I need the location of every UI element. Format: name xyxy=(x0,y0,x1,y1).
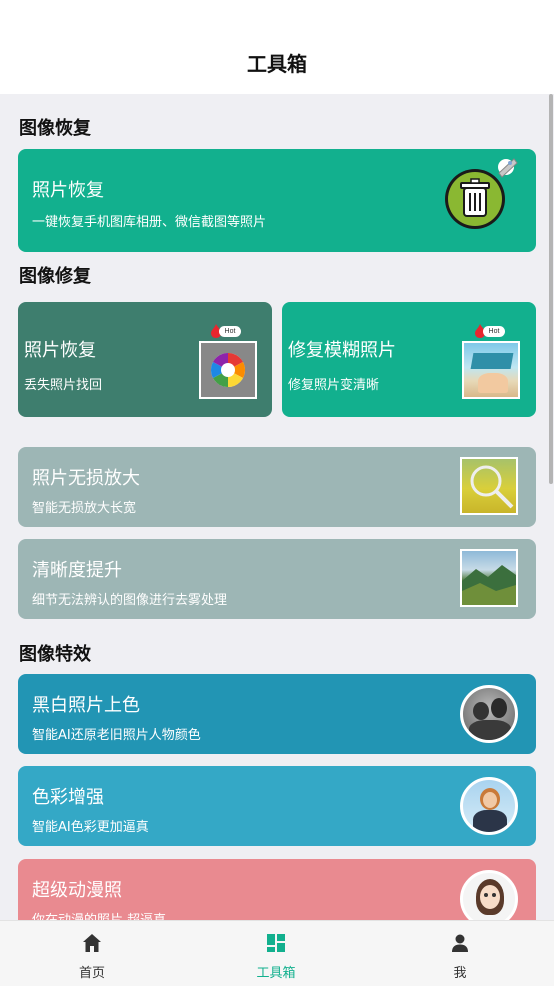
bottom-tab-bar: 首页 工具箱 我 xyxy=(0,920,554,986)
card-title: 照片无损放大 xyxy=(32,468,140,489)
mountain-graphic xyxy=(462,565,516,605)
card-desc: 智能无损放大长宽 xyxy=(32,501,137,516)
blurry-photo-thumbnail xyxy=(462,341,520,399)
card-title: 超级动漫照 xyxy=(32,880,122,901)
tab-home[interactable]: 首页 xyxy=(0,921,184,986)
page-title: 工具箱 xyxy=(247,52,307,76)
old-couple-avatar xyxy=(460,685,518,743)
mountain-landscape-thumbnail xyxy=(460,549,518,607)
trash-can-icon xyxy=(445,158,518,229)
colorize-card[interactable]: 黑白照片上色 智能AI还原老旧照片人物颜色 xyxy=(18,674,536,754)
app-header: 工具箱 xyxy=(0,0,554,94)
card-desc: 丢失照片找回 xyxy=(24,378,103,393)
card-desc: 智能AI还原老旧照片人物颜色 xyxy=(32,728,201,743)
card-desc: 细节无法辨认的图像进行去雾处理 xyxy=(32,593,228,608)
tab-label: 首页 xyxy=(78,966,105,981)
card-desc: 你在动漫的照片 超逼真 xyxy=(32,909,166,920)
home-icon xyxy=(83,934,101,952)
hot-badge: Hot xyxy=(474,324,506,338)
hot-label: Hot xyxy=(483,326,505,337)
card-title: 修复模糊照片 xyxy=(288,340,396,361)
section-title-recover: 图像恢复 xyxy=(19,118,91,139)
card-title: 色彩增强 xyxy=(32,787,104,808)
clarity-boost-card[interactable]: 清晰度提升 细节无法辨认的图像进行去雾处理 xyxy=(18,539,536,619)
aperture-graphic xyxy=(211,353,245,387)
card-title: 照片恢复 xyxy=(24,340,96,361)
camera-aperture-icon xyxy=(199,341,257,399)
magnifier-flowers-thumbnail xyxy=(460,457,518,515)
section-title-effects: 图像特效 xyxy=(19,644,91,665)
tab-me[interactable]: 我 xyxy=(368,921,552,986)
woman-portrait-avatar xyxy=(460,777,518,835)
card-title: 照片恢复 xyxy=(32,180,104,201)
lossless-zoom-card[interactable]: 照片无损放大 智能无损放大长宽 xyxy=(18,447,536,527)
toolbox-icon xyxy=(267,934,285,952)
tab-label: 工具箱 xyxy=(256,966,296,981)
tab-label: 我 xyxy=(453,966,467,981)
tab-toolbox[interactable]: 工具箱 xyxy=(184,921,368,986)
photo-recover-card[interactable]: 照片恢复 一键恢复手机图库相册、微信截图等照片 xyxy=(18,149,536,252)
anime-photo-card[interactable]: 超级动漫照 你在动漫的照片 超逼真 xyxy=(18,859,536,920)
magnifier-icon xyxy=(470,465,514,509)
section-title-repair: 图像修复 xyxy=(19,266,91,287)
lost-photo-recover-card[interactable]: 照片恢复 丢失照片找回 Hot xyxy=(18,302,272,417)
card-title: 清晰度提升 xyxy=(32,560,122,581)
card-desc: 一键恢复手机图库相册、微信截图等照片 xyxy=(32,215,267,230)
scrollbar[interactable] xyxy=(549,94,553,484)
person-icon xyxy=(452,934,468,952)
blur-fix-card[interactable]: 修复模糊照片 修复照片变清晰 Hot xyxy=(282,302,536,417)
color-enhance-card[interactable]: 色彩增强 智能AI色彩更加逼真 xyxy=(18,766,536,846)
anime-girl-avatar xyxy=(460,870,518,920)
hot-label: Hot xyxy=(219,326,241,337)
card-title: 黑白照片上色 xyxy=(32,695,140,716)
hot-badge: Hot xyxy=(210,324,242,338)
card-desc: 智能AI色彩更加逼真 xyxy=(32,820,149,835)
card-desc: 修复照片变清晰 xyxy=(288,378,380,393)
tool-list[interactable]: 图像恢复 照片恢复 一键恢复手机图库相册、微信截图等照片 图像修复 照片恢复 丢… xyxy=(0,94,554,920)
